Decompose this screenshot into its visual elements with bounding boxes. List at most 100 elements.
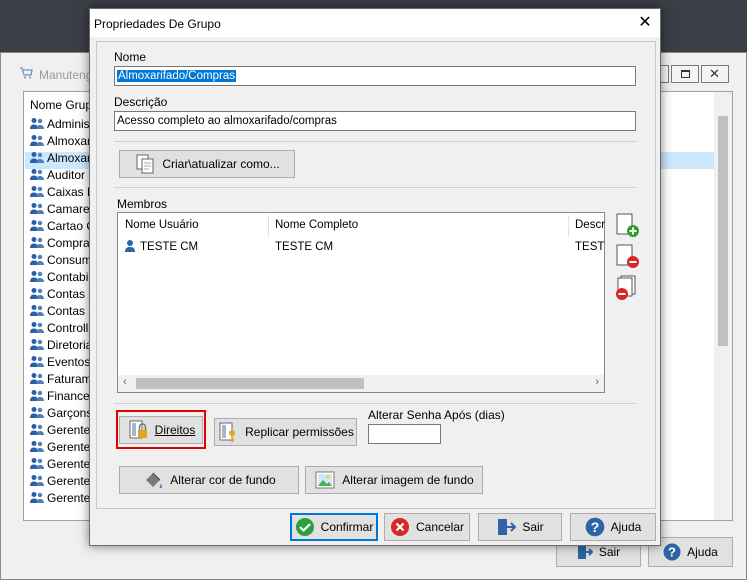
group-users-icon bbox=[30, 168, 44, 181]
group-users-icon bbox=[30, 389, 44, 402]
group-users-icon bbox=[30, 287, 44, 300]
add-document-icon bbox=[616, 213, 639, 237]
cell-description: TESTE bbox=[575, 241, 605, 253]
svg-text:?: ? bbox=[668, 545, 676, 560]
list-item-label: Eventos bbox=[47, 355, 91, 369]
divider bbox=[114, 403, 637, 404]
change-bg-image-button[interactable]: Alterar imagem de fundo bbox=[305, 466, 483, 494]
group-properties-dialog: Propriedades De Grupo ✕ Nome Almoxarifad… bbox=[89, 8, 661, 546]
group-users-icon bbox=[30, 423, 44, 436]
svg-text:?: ? bbox=[590, 519, 599, 535]
key-document-icon bbox=[219, 422, 236, 442]
rights-button[interactable]: Direitos bbox=[119, 416, 203, 444]
confirm-button[interactable]: Confirmar bbox=[290, 513, 378, 541]
group-users-icon bbox=[30, 151, 44, 164]
change-bg-color-button[interactable]: Alterar cor de fundo bbox=[119, 466, 299, 494]
group-users-icon bbox=[30, 304, 44, 317]
divider bbox=[114, 187, 637, 188]
list-item-label: Gerente bbox=[47, 457, 91, 471]
cell-fullname: TESTE CM bbox=[275, 241, 334, 253]
group-users-icon bbox=[30, 185, 44, 198]
check-circle-icon bbox=[295, 518, 314, 536]
group-users-icon bbox=[30, 372, 44, 385]
group-users-icon bbox=[30, 236, 44, 249]
group-users-icon bbox=[30, 253, 44, 266]
group-users-icon bbox=[30, 474, 44, 487]
replicate-permissions-button[interactable]: Replicar permissões bbox=[214, 418, 357, 446]
members-table[interactable]: Nome Usuário Nome Completo Descr TESTE C… bbox=[117, 212, 605, 393]
name-value-selected: Almoxarifado/Compras bbox=[117, 70, 236, 82]
group-users-icon bbox=[30, 117, 44, 130]
copy-documents-icon bbox=[136, 154, 154, 174]
exit-button[interactable]: Sair bbox=[478, 513, 562, 541]
column-header-fullname[interactable]: Nome Completo bbox=[275, 219, 358, 231]
group-users-icon bbox=[30, 491, 44, 504]
remove-document-icon bbox=[616, 244, 639, 268]
list-item-label: Gerente bbox=[47, 474, 91, 488]
list-item-label: Administ bbox=[47, 117, 94, 131]
change-password-days-field[interactable] bbox=[368, 424, 441, 444]
cell-username: TESTE CM bbox=[140, 241, 199, 253]
table-row[interactable]: TESTE CM TESTE CM TESTE bbox=[118, 239, 605, 257]
column-header-username[interactable]: Nome Usuário bbox=[125, 219, 199, 231]
group-users-icon bbox=[30, 440, 44, 453]
cancel-button[interactable]: Cancelar bbox=[384, 513, 470, 541]
change-password-label: Alterar Senha Após (dias) bbox=[368, 408, 505, 422]
group-users-icon bbox=[30, 321, 44, 334]
list-item-label: Diretoria bbox=[47, 338, 93, 352]
help-icon: ? bbox=[663, 543, 681, 561]
column-header-description[interactable]: Descr bbox=[575, 219, 605, 231]
list-item-label: Gerente bbox=[47, 491, 91, 505]
image-icon bbox=[315, 471, 335, 489]
create-update-button[interactable]: Criar\atualizar como... bbox=[119, 150, 295, 178]
list-item-label: Contas a bbox=[47, 304, 96, 318]
add-member-button[interactable] bbox=[614, 212, 640, 238]
list-item-label: Contabil bbox=[47, 270, 92, 284]
description-field[interactable]: Acesso completo ao almoxarifado/compras bbox=[114, 111, 636, 131]
close-button[interactable]: ✕ bbox=[701, 65, 729, 83]
background-window-title: Manuteng bbox=[39, 68, 93, 82]
dialog-titlebar: Propriedades De Grupo ✕ bbox=[90, 9, 660, 37]
user-icon bbox=[124, 239, 136, 256]
list-item-label: Controlle bbox=[47, 321, 96, 335]
list-item-label: Gerente bbox=[47, 440, 91, 454]
cancel-circle-icon bbox=[390, 518, 409, 536]
list-item-label: Auditor I bbox=[47, 168, 92, 182]
dialog-content-panel: Nome Almoxarifado/Compras Descrição Aces… bbox=[96, 41, 656, 509]
horizontal-scrollbar[interactable]: ‹ › bbox=[118, 375, 604, 392]
scroll-thumb[interactable] bbox=[136, 378, 364, 389]
group-users-icon bbox=[30, 338, 44, 351]
dialog-close-button[interactable]: ✕ bbox=[636, 14, 654, 32]
list-item-label: Garçons bbox=[47, 406, 93, 420]
group-users-icon bbox=[30, 270, 44, 283]
remove-multiple-documents-icon bbox=[616, 275, 636, 300]
exit-door-icon bbox=[498, 519, 517, 535]
group-users-icon bbox=[30, 134, 44, 147]
group-users-icon bbox=[30, 406, 44, 419]
lock-document-icon bbox=[129, 420, 147, 439]
vertical-scrollbar[interactable] bbox=[714, 92, 732, 520]
maximize-button[interactable] bbox=[671, 65, 699, 83]
description-label: Descrição bbox=[114, 95, 168, 109]
list-item-label: Cartao C bbox=[47, 219, 96, 233]
group-users-icon bbox=[30, 457, 44, 470]
dialog-title: Propriedades De Grupo bbox=[94, 17, 221, 31]
members-label: Membros bbox=[117, 197, 168, 211]
exit-icon bbox=[577, 545, 593, 559]
name-field[interactable]: Almoxarifado/Compras bbox=[114, 66, 636, 86]
help-icon: ? bbox=[585, 517, 604, 537]
scroll-left-icon[interactable]: ‹ bbox=[123, 376, 127, 388]
cart-icon bbox=[19, 67, 33, 79]
group-users-icon bbox=[30, 355, 44, 368]
list-item-label: Gerente bbox=[47, 423, 91, 437]
group-users-icon bbox=[30, 219, 44, 232]
divider bbox=[114, 141, 637, 142]
remove-member-button[interactable] bbox=[614, 243, 640, 269]
remove-all-members-button[interactable] bbox=[614, 275, 640, 301]
paint-bucket-icon bbox=[146, 472, 163, 489]
scroll-right-icon[interactable]: › bbox=[595, 376, 599, 388]
name-label: Nome bbox=[114, 50, 147, 64]
help-button[interactable]: ? Ajuda bbox=[570, 513, 656, 541]
list-item-label: Contas a bbox=[47, 287, 96, 301]
dialog-footer: Confirmar Cancelar Sair ? Ajuda bbox=[90, 509, 660, 545]
